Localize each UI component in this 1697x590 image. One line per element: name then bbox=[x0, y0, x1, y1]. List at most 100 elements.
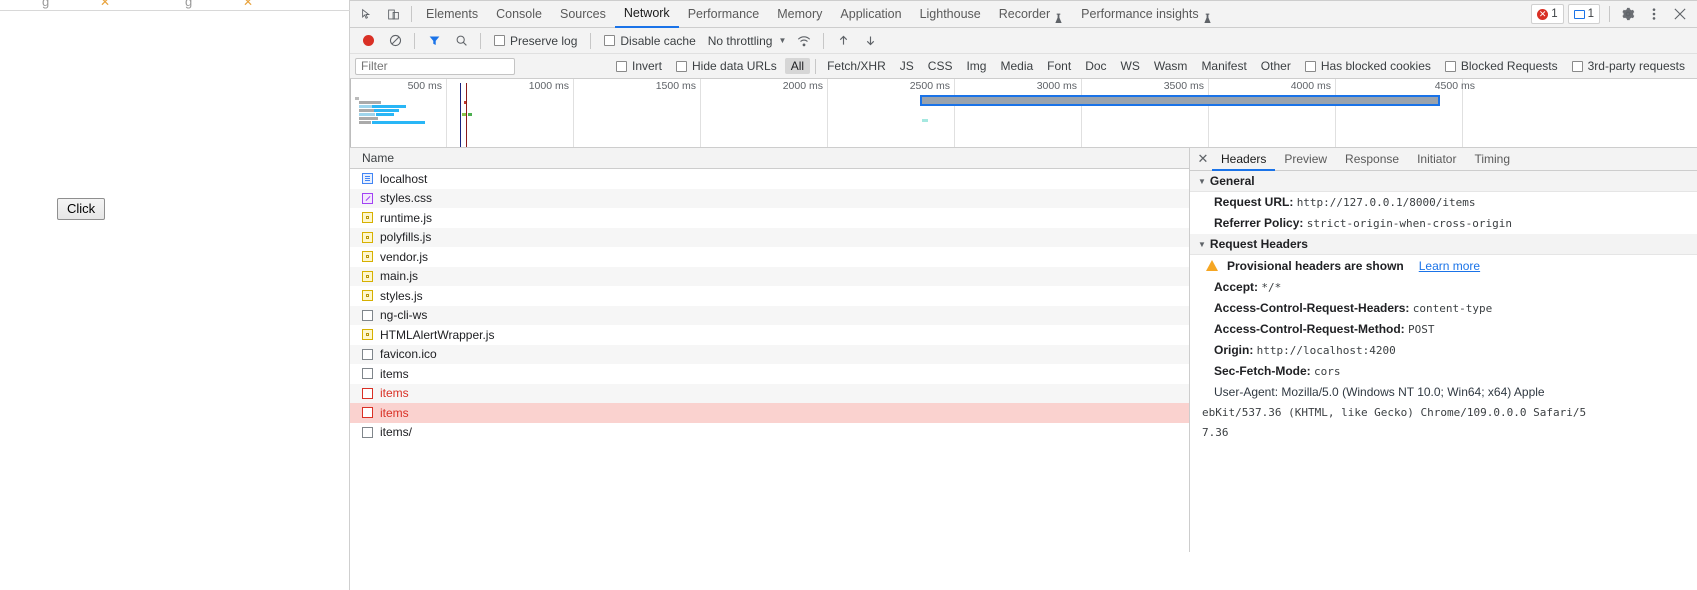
tab-performance-insights-label: Performance insights bbox=[1081, 6, 1199, 21]
filter-type-other[interactable]: Other bbox=[1255, 58, 1297, 74]
header-row-sec-fetch-mode: Sec-Fetch-Mode: cors bbox=[1190, 361, 1697, 382]
tab-recorder[interactable]: Recorder bbox=[990, 1, 1072, 28]
third-party-requests-checkbox[interactable]: 3rd-party requests bbox=[1565, 59, 1692, 73]
table-row[interactable]: polyfills.js bbox=[350, 227, 1189, 247]
filter-type-fetch-xhr[interactable]: Fetch/XHR bbox=[821, 58, 892, 74]
request-name: runtime.js bbox=[380, 210, 433, 225]
toolbar-separator-3 bbox=[590, 32, 592, 49]
table-row[interactable]: vendor.js bbox=[350, 247, 1189, 267]
invert-checkbox[interactable]: Invert bbox=[609, 59, 669, 73]
filter-type-ws[interactable]: WS bbox=[1115, 58, 1146, 74]
hide-data-urls-box-icon bbox=[676, 60, 688, 72]
throttling-dropdown[interactable]: No throttling ▼ bbox=[704, 34, 791, 48]
error-count-badge[interactable]: ✕ 1 bbox=[1531, 4, 1564, 24]
third-party-requests-box-icon bbox=[1571, 60, 1583, 72]
filter-type-manifest[interactable]: Manifest bbox=[1195, 58, 1252, 74]
tab-preview[interactable]: Preview bbox=[1275, 148, 1336, 171]
chevron-down-icon: ▼ bbox=[778, 36, 787, 45]
tab-timing[interactable]: Timing bbox=[1465, 148, 1519, 171]
plain-icon bbox=[362, 348, 373, 360]
tab-console[interactable]: Console bbox=[487, 1, 551, 28]
request-list-panel: Name localhost styles.css runtime.js pol… bbox=[350, 148, 1190, 552]
tab-application[interactable]: Application bbox=[831, 1, 910, 28]
table-row[interactable]: items/ bbox=[350, 423, 1189, 443]
filter-type-js[interactable]: JS bbox=[894, 58, 920, 74]
inspect-element-icon[interactable] bbox=[354, 2, 380, 26]
request-headers-section-header[interactable]: ▼ Request Headers bbox=[1190, 234, 1697, 255]
settings-gear-icon[interactable] bbox=[1615, 2, 1641, 26]
filter-type-all[interactable]: All bbox=[784, 58, 811, 74]
device-toolbar-icon[interactable] bbox=[380, 2, 406, 26]
filter-type-css[interactable]: CSS bbox=[922, 58, 959, 74]
filter-type-doc[interactable]: Doc bbox=[1079, 58, 1112, 74]
header-key: Access-Control-Request-Headers: bbox=[1214, 301, 1410, 315]
provisional-warning-text: Provisional headers are shown bbox=[1227, 259, 1404, 273]
request-list-header[interactable]: Name bbox=[350, 148, 1189, 169]
preserve-log-checkbox[interactable]: Preserve log bbox=[487, 34, 584, 48]
network-overview-timeline[interactable]: 500 ms 1000 ms 1500 ms 2000 ms 2500 ms 3… bbox=[350, 79, 1697, 148]
overview-tick-3000ms: 3000 ms bbox=[1036, 80, 1077, 92]
table-row[interactable]: HTMLAlertWrapper.js bbox=[350, 325, 1189, 345]
tab-memory[interactable]: Memory bbox=[768, 1, 831, 28]
table-row[interactable]: localhost bbox=[350, 169, 1189, 189]
filter-type-img[interactable]: Img bbox=[960, 58, 992, 74]
table-row[interactable]: runtime.js bbox=[350, 208, 1189, 228]
tab-performance-label: Performance bbox=[687, 6, 760, 21]
header-value: POST bbox=[1408, 323, 1435, 336]
overview-selection-band[interactable] bbox=[920, 95, 1440, 106]
export-har-icon[interactable] bbox=[857, 29, 883, 53]
screen-root: g ✕ g ✕ Click Elements Console Sources N… bbox=[0, 0, 1697, 590]
header-row-user-agent: User-Agent: Mozilla/5.0 (Windows NT 10.0… bbox=[1190, 382, 1697, 403]
js-icon bbox=[362, 251, 373, 263]
request-url-value: http://127.0.0.1/8000/items bbox=[1296, 196, 1476, 209]
tab-headers[interactable]: Headers bbox=[1212, 148, 1276, 171]
chevron-down-icon: ▼ bbox=[1198, 176, 1206, 186]
clear-button[interactable] bbox=[382, 29, 408, 53]
doc-icon bbox=[362, 173, 373, 185]
overview-tick-1500ms: 1500 ms bbox=[655, 80, 696, 92]
more-options-kebab-icon[interactable] bbox=[1641, 2, 1667, 26]
search-icon[interactable] bbox=[448, 29, 474, 53]
filter-funnel-icon[interactable] bbox=[421, 29, 447, 53]
has-blocked-cookies-checkbox[interactable]: Has blocked cookies bbox=[1298, 59, 1438, 73]
user-agent-line-1: Mozilla/5.0 (Windows NT 10.0; Win64; x64… bbox=[1281, 385, 1545, 399]
request-name: favicon.ico bbox=[380, 347, 437, 362]
tab-initiator[interactable]: Initiator bbox=[1408, 148, 1465, 171]
tab-sources[interactable]: Sources bbox=[551, 1, 615, 28]
filter-type-media[interactable]: Media bbox=[994, 58, 1039, 74]
import-har-icon[interactable] bbox=[830, 29, 856, 53]
record-button[interactable] bbox=[355, 29, 381, 53]
table-row[interactable]: styles.css bbox=[350, 188, 1189, 208]
details-tabbar: ✕ Headers Preview Response Initiator Tim… bbox=[1190, 148, 1697, 171]
table-row[interactable]: favicon.ico bbox=[350, 344, 1189, 364]
click-button[interactable]: Click bbox=[57, 198, 106, 220]
table-row[interactable]: styles.js bbox=[350, 286, 1189, 306]
filter-type-font[interactable]: Font bbox=[1041, 58, 1077, 74]
header-value: http://localhost:4200 bbox=[1256, 344, 1396, 357]
general-section-header[interactable]: ▼ General bbox=[1190, 171, 1697, 192]
network-conditions-icon[interactable] bbox=[791, 29, 817, 53]
tab-lighthouse[interactable]: Lighthouse bbox=[911, 1, 990, 28]
blocked-requests-checkbox[interactable]: Blocked Requests bbox=[1438, 59, 1565, 73]
header-key: Origin: bbox=[1214, 343, 1254, 357]
tab-response[interactable]: Response bbox=[1336, 148, 1408, 171]
hide-data-urls-checkbox[interactable]: Hide data URLs bbox=[669, 59, 784, 73]
tab-network[interactable]: Network bbox=[614, 1, 679, 28]
table-row[interactable]: items bbox=[350, 383, 1189, 403]
table-row[interactable]: items bbox=[350, 364, 1189, 384]
disable-cache-checkbox[interactable]: Disable cache bbox=[597, 34, 702, 48]
invert-label: Invert bbox=[632, 59, 663, 73]
filter-type-wasm[interactable]: Wasm bbox=[1148, 58, 1194, 74]
tab-performance[interactable]: Performance bbox=[679, 1, 769, 28]
tab-elements[interactable]: Elements bbox=[417, 1, 487, 28]
filter-input[interactable] bbox=[355, 57, 515, 75]
tab-performance-insights[interactable]: Performance insights bbox=[1072, 1, 1220, 28]
table-row[interactable]: ng-cli-ws bbox=[350, 305, 1189, 325]
learn-more-link[interactable]: Learn more bbox=[1419, 259, 1480, 273]
table-row[interactable]: main.js bbox=[350, 266, 1189, 286]
close-devtools-icon[interactable] bbox=[1667, 2, 1693, 26]
message-count-badge[interactable]: 1 bbox=[1567, 4, 1600, 24]
close-details-icon[interactable]: ✕ bbox=[1194, 148, 1212, 171]
details-body: ▼ General Request URL: http://127.0.0.1/… bbox=[1190, 171, 1697, 443]
table-row-selected[interactable]: items bbox=[350, 403, 1189, 423]
